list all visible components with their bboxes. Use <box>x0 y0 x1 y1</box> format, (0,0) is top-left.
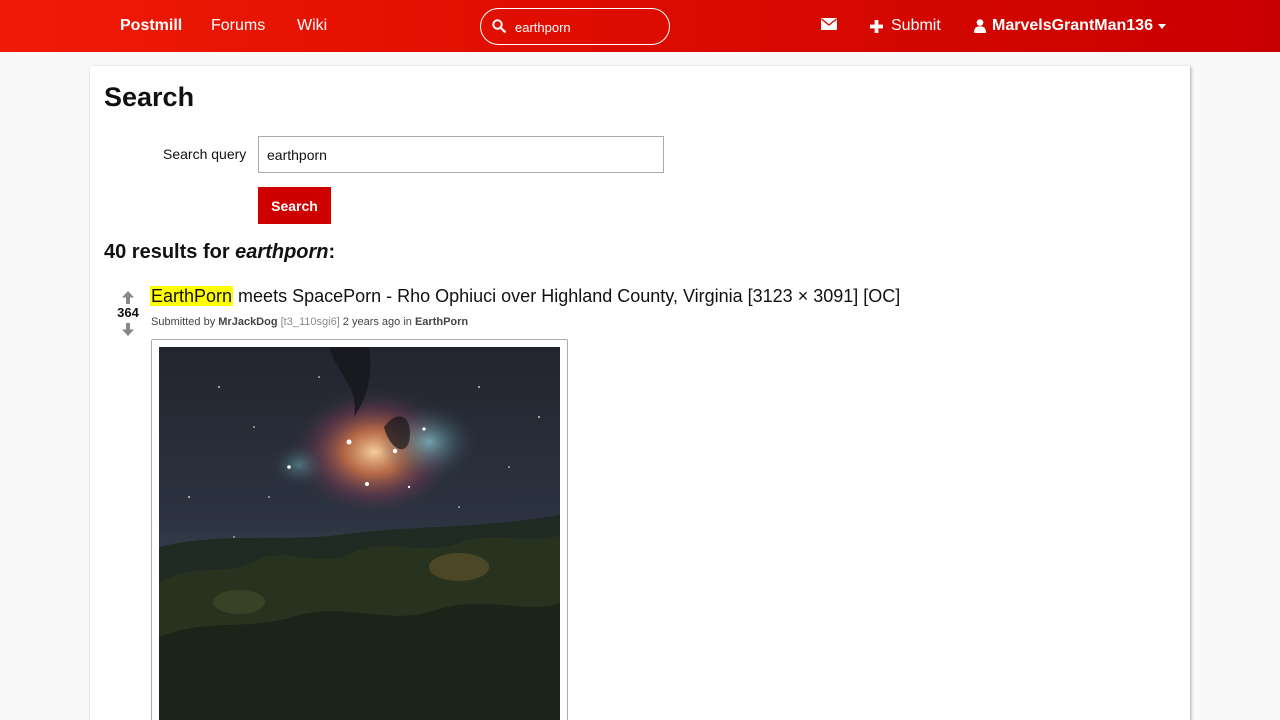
search-icon <box>492 19 506 33</box>
results-query: earthporn <box>235 241 329 263</box>
search-query-input[interactable] <box>258 136 664 173</box>
user-icon <box>974 19 986 33</box>
submission-thumbnail[interactable] <box>151 339 568 720</box>
search-query-label: Search query <box>163 146 247 162</box>
arrow-down-icon[interactable] <box>122 323 134 336</box>
nav-forums-link[interactable]: Forums <box>211 0 265 52</box>
results-count: 40 results for <box>104 241 236 263</box>
submit-link[interactable]: Submit <box>870 0 941 52</box>
submission-id-tag: [t3_110sgi6] <box>280 316 340 328</box>
submission-age: 2 years ago in <box>339 316 415 328</box>
submitted-by-text: Submitted by <box>151 316 219 328</box>
envelope-icon[interactable] <box>821 17 837 31</box>
night-sky-forest-picture <box>159 347 560 720</box>
vote-score: 364 <box>117 305 139 320</box>
nav-search-box <box>480 8 670 45</box>
nav-wiki-link[interactable]: Wiki <box>297 0 327 52</box>
user-menu[interactable]: MarvelsGrantMan136 <box>974 0 1166 52</box>
results-heading: 40 results for earthporn: <box>104 241 335 264</box>
submit-label: Submit <box>891 17 941 34</box>
submission-meta: Submitted by MrJackDog [t3_110sgi6] 2 ye… <box>151 316 468 328</box>
search-button[interactable]: Search <box>258 187 331 224</box>
title-highlight: EarthPorn <box>150 286 234 306</box>
vote-box: 364 <box>115 291 141 336</box>
page-title: Search <box>104 82 195 112</box>
thumbnail-image <box>159 347 560 720</box>
results-colon: : <box>328 241 336 263</box>
author-link[interactable]: MrJackDog <box>218 316 277 328</box>
main-content: Search Search query Search 40 results fo… <box>90 66 1190 720</box>
nav-search-input[interactable] <box>515 17 655 37</box>
caret-down-icon <box>1157 23 1166 29</box>
forum-link[interactable]: EarthPorn <box>415 316 468 328</box>
arrow-up-icon[interactable] <box>122 291 134 304</box>
title-rest: meets SpacePorn - Rho Ophiuci over Highl… <box>233 286 901 306</box>
brand-link[interactable]: Postmill <box>120 0 182 52</box>
top-navbar: Postmill Forums Wiki Submit MarvelsGrant… <box>0 0 1280 52</box>
username-label: MarvelsGrantMan136 <box>992 17 1153 34</box>
submission-title-link[interactable]: EarthPorn meets SpacePorn - Rho Ophiuci … <box>150 286 900 307</box>
plus-icon <box>870 19 883 33</box>
